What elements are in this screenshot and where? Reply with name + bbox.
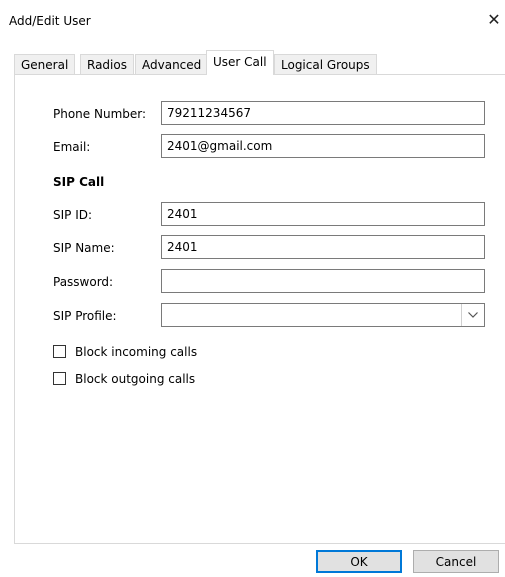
tab-radios[interactable]: Radios [80,54,134,74]
tab-strip: General Radios Advanced User Call Logica… [14,50,505,75]
email-field[interactable] [161,134,485,158]
close-icon: ✕ [487,10,501,29]
sip-id-field[interactable] [161,202,485,226]
sip-name-label: SIP Name: [53,241,115,255]
phone-number-field[interactable] [161,101,485,125]
cancel-button[interactable]: Cancel [413,550,499,573]
window-title: Add/Edit User [9,14,91,28]
tab-general[interactable]: General [14,54,76,74]
sip-name-field[interactable] [161,235,485,259]
password-field[interactable] [161,269,485,293]
sip-profile-select[interactable] [161,303,485,327]
block-incoming-label[interactable]: Block incoming calls [75,345,197,359]
block-outgoing-checkbox[interactable] [53,372,66,385]
tab-advanced[interactable]: Advanced [135,54,209,74]
ok-button[interactable]: OK [316,550,402,573]
tab-user-call[interactable]: User Call [206,50,274,75]
phone-number-label: Phone Number: [53,107,147,121]
password-label: Password: [53,275,114,289]
sip-id-label: SIP ID: [53,208,93,222]
chevron-down-icon [468,312,478,318]
tab-logical-groups[interactable]: Logical Groups [274,54,377,74]
close-button[interactable]: ✕ [483,6,505,34]
block-incoming-checkbox[interactable] [53,345,66,358]
sip-profile-label: SIP Profile: [53,309,117,323]
sip-call-heading: SIP Call [53,175,105,189]
dropdown-button[interactable] [461,304,484,326]
block-outgoing-label[interactable]: Block outgoing calls [75,372,195,386]
title-bar: Add/Edit User ✕ [0,0,505,40]
add-edit-user-dialog: Add/Edit User ✕ General Radios Advanced … [0,0,505,577]
email-label: Email: [53,140,91,154]
